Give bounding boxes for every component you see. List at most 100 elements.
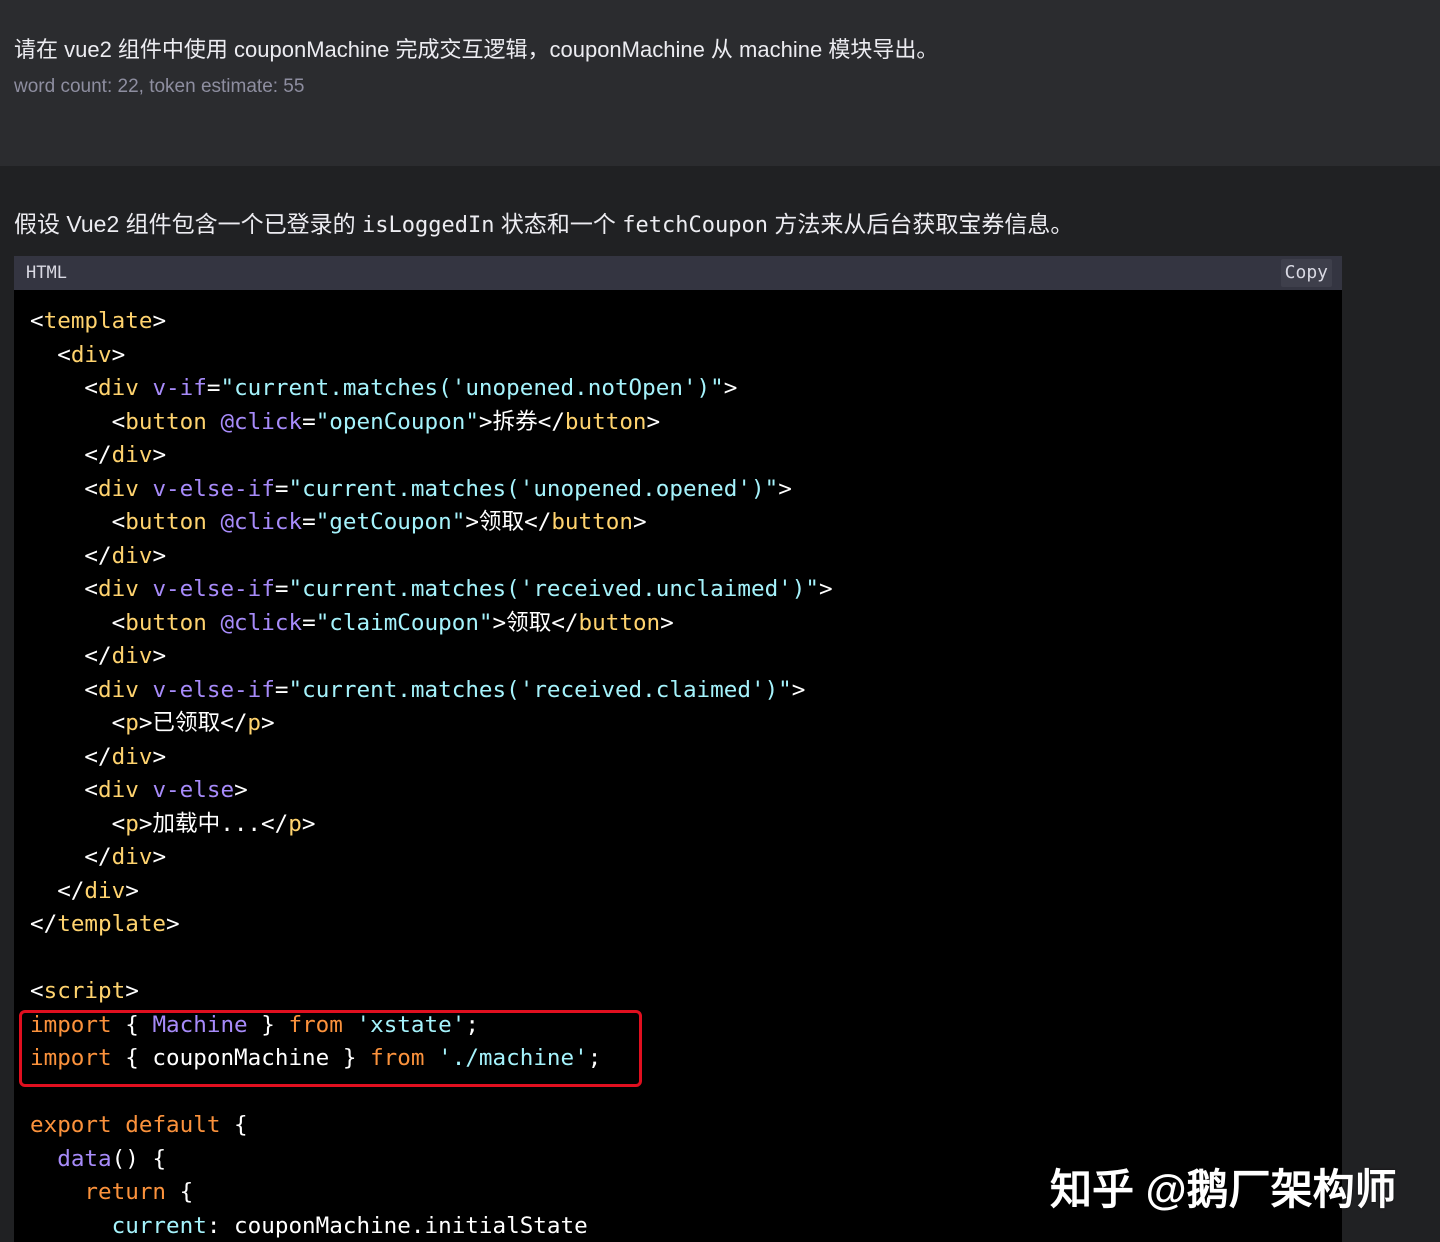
code-token: > xyxy=(111,341,126,368)
code-line: <div v-else-if="current.matches('receive… xyxy=(30,673,805,707)
code-line: </div> xyxy=(30,438,166,472)
code-token: div xyxy=(111,643,153,669)
code-token: >领取</ xyxy=(492,609,579,636)
code-token: "openCoupon" xyxy=(315,408,479,435)
code-token: < xyxy=(30,375,99,401)
code-line: </div> xyxy=(30,740,166,774)
code-token: < xyxy=(30,509,126,535)
code-token: > xyxy=(632,509,647,535)
code-token: @click xyxy=(220,609,303,636)
code-line: </div> xyxy=(30,874,139,908)
code-token: > xyxy=(125,978,139,1004)
copy-code-button[interactable]: Copy xyxy=(1280,259,1332,287)
code-token: < xyxy=(30,777,99,803)
code-line: <div v-else-if="current.matches('receive… xyxy=(30,572,833,606)
code-line: return { xyxy=(30,1175,193,1209)
code-token: = xyxy=(302,509,316,535)
code-token: current xyxy=(111,1212,207,1239)
code-line: <div v-else-if="current.matches('unopene… xyxy=(30,472,791,506)
code-token: p xyxy=(288,810,302,837)
code-token: </ xyxy=(30,442,112,468)
code-token: </ xyxy=(30,844,112,870)
code-token: "claimCoupon" xyxy=(315,609,493,636)
assistant-intro: 假设 Vue2 组件包含一个已登录的 isLoggedIn 状态和一个 fetc… xyxy=(14,205,1073,239)
code-token: div xyxy=(70,341,112,368)
user-message-text: 请在 vue2 组件中使用 couponMachine 完成交互逻辑，coupo… xyxy=(14,37,939,62)
code-line: <script> xyxy=(30,974,139,1008)
code-token: div xyxy=(98,676,139,703)
code-token: div xyxy=(84,877,126,904)
code-line: </div> xyxy=(30,639,166,673)
code-token: @click xyxy=(220,408,303,435)
code-token: p xyxy=(125,810,139,837)
zhihu-watermark: 知乎 @鹅厂架构师 xyxy=(1050,1166,1397,1213)
code-token: template xyxy=(57,911,167,937)
code-token: return xyxy=(84,1179,167,1205)
code-token: = xyxy=(274,576,289,602)
code-token: "current.matches('unopened.opened')" xyxy=(288,475,779,502)
code-token: { xyxy=(220,1112,248,1138)
code-token: p xyxy=(247,710,262,736)
code-token: </ xyxy=(30,911,58,937)
intro-mid: 状态和一个 xyxy=(494,211,623,237)
code-token: > xyxy=(166,911,180,937)
code-token: > xyxy=(261,710,275,736)
code-token: v-else-if xyxy=(152,576,275,602)
code-token: < xyxy=(30,710,126,736)
code-token: > xyxy=(301,810,316,837)
code-token: div xyxy=(98,375,139,401)
inline-code-fetchcoupon: fetchCoupon xyxy=(622,213,768,238)
code-line: </div> xyxy=(30,539,166,573)
code-token: > xyxy=(660,609,674,636)
code-token: = xyxy=(302,408,316,435)
code-token: > xyxy=(152,542,167,569)
code-token: button xyxy=(564,408,647,435)
code-token: div xyxy=(111,542,153,569)
code-token: > xyxy=(819,576,833,602)
code-line: <button @click="getCoupon">领取</button> xyxy=(30,505,647,539)
inline-code-isloggedin: isLoggedIn xyxy=(362,213,495,238)
code-token: = xyxy=(274,475,289,502)
code-token: </ xyxy=(30,643,112,669)
code-token: </ xyxy=(30,542,112,569)
code-token: "current.matches('received.unclaimed')" xyxy=(288,576,819,602)
code-token: > xyxy=(152,743,167,770)
code-token: "getCoupon" xyxy=(315,509,466,535)
code-token: v-if xyxy=(152,375,207,401)
code-token: div xyxy=(111,743,153,770)
intro-before: 假设 Vue2 组件包含一个已登录的 xyxy=(14,211,363,237)
code-token: </ xyxy=(30,877,85,904)
code-token: < xyxy=(30,810,126,837)
code-token: () { xyxy=(111,1145,167,1172)
code-language-label: HTML xyxy=(26,263,67,283)
code-token: > xyxy=(152,442,167,468)
code-token: > xyxy=(125,877,139,904)
code-token: < xyxy=(30,475,99,502)
code-token: div xyxy=(98,576,139,602)
code-token: < xyxy=(30,408,126,435)
code-token: </ xyxy=(30,743,112,770)
code-token: div xyxy=(111,844,153,870)
code-token: { xyxy=(166,1179,194,1205)
code-token: >已领取</ xyxy=(138,710,248,736)
code-line: current: couponMachine.initialState xyxy=(30,1209,588,1242)
code-token: default xyxy=(125,1112,221,1138)
code-line: </div> xyxy=(30,840,166,874)
code-token: button xyxy=(125,509,207,535)
code-token: export xyxy=(30,1112,112,1138)
code-token: v-else xyxy=(152,777,235,803)
import-highlight-box xyxy=(19,1010,642,1087)
code-token: >拆券</ xyxy=(478,408,565,435)
code-token: > xyxy=(646,408,661,435)
code-line: <div> xyxy=(30,338,125,372)
code-token: < xyxy=(30,609,126,636)
